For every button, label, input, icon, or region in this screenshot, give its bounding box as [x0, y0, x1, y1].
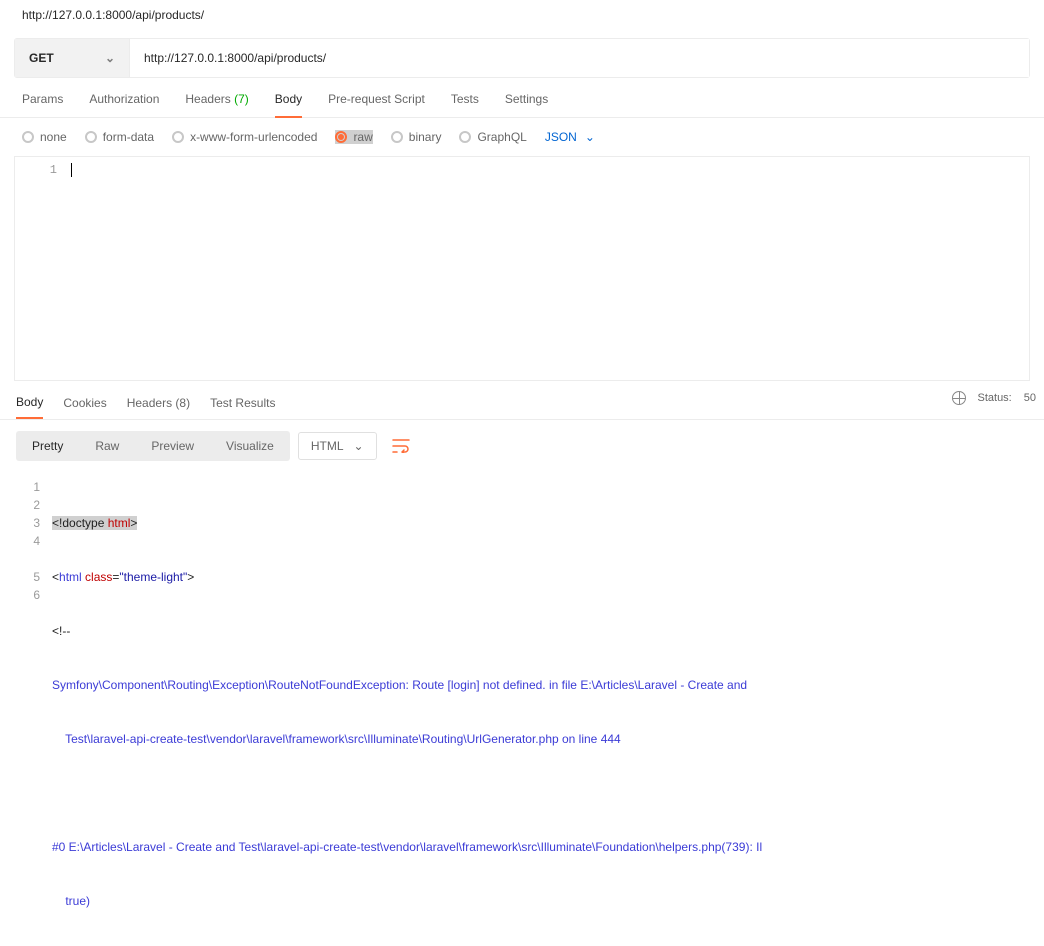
resp-tab-cookies[interactable]: Cookies	[63, 396, 106, 418]
headers-count: (7)	[234, 92, 249, 106]
status-label: Status:	[978, 392, 1012, 404]
request-row: GET ⌄	[14, 38, 1030, 78]
chevron-down-icon: ⌄	[585, 130, 595, 144]
radio-icon	[22, 131, 34, 143]
radio-icon	[459, 131, 471, 143]
chevron-down-icon: ⌄	[105, 51, 115, 65]
response-format-dropdown[interactable]: HTML ⌄	[298, 432, 377, 460]
editor-code[interactable]	[67, 157, 1029, 380]
tab-tests[interactable]: Tests	[451, 92, 479, 117]
radio-icon	[85, 131, 97, 143]
view-raw[interactable]: Raw	[79, 431, 135, 461]
body-options: none form-data x-www-form-urlencoded raw…	[0, 118, 1044, 156]
response-body-editor[interactable]: 1 2 3 4 5 6 <!doctype html> <html class=…	[0, 472, 1044, 946]
response-tabs: Body Cookies Headers (8) Test Results St…	[0, 381, 1044, 419]
view-preview[interactable]: Preview	[135, 431, 210, 461]
radio-icon	[335, 131, 347, 143]
response-view-row: Pretty Raw Preview Visualize HTML ⌄	[0, 419, 1044, 472]
method-selector[interactable]: GET ⌄	[15, 39, 130, 77]
request-tabs: Params Authorization Headers (7) Body Pr…	[0, 78, 1044, 118]
wrap-icon	[392, 439, 410, 453]
raw-language-label: JSON	[545, 130, 577, 144]
chevron-down-icon: ⌄	[354, 439, 364, 453]
radio-icon	[391, 131, 403, 143]
resp-tab-headers[interactable]: Headers (8)	[127, 396, 190, 418]
radio-graphql[interactable]: GraphQL	[459, 130, 526, 144]
format-label: HTML	[311, 439, 344, 453]
raw-language-dropdown[interactable]: JSON ⌄	[545, 130, 595, 144]
url-input[interactable]	[130, 39, 1029, 77]
resp-tab-body[interactable]: Body	[16, 395, 43, 419]
response-code: <!doctype html> <html class="theme-light…	[52, 478, 1044, 946]
tab-headers[interactable]: Headers (7)	[185, 92, 248, 117]
tab-params[interactable]: Params	[22, 92, 63, 117]
radio-raw[interactable]: raw	[335, 130, 372, 144]
tab-headers-label: Headers	[185, 92, 230, 106]
resp-headers-label: Headers	[127, 396, 172, 410]
resp-headers-count: (8)	[175, 396, 190, 410]
resp-tab-tests[interactable]: Test Results	[210, 396, 275, 418]
request-tab-title: http://127.0.0.1:8000/api/products/	[0, 0, 1044, 30]
view-segmented: Pretty Raw Preview Visualize	[16, 431, 290, 461]
globe-icon[interactable]	[952, 391, 966, 405]
view-pretty[interactable]: Pretty	[16, 431, 79, 461]
editor-gutter: 1	[15, 157, 67, 380]
caret-icon	[71, 163, 72, 177]
tab-authorization[interactable]: Authorization	[89, 92, 159, 117]
radio-xwww[interactable]: x-www-form-urlencoded	[172, 130, 317, 144]
radio-binary[interactable]: binary	[391, 130, 442, 144]
request-body-editor[interactable]: 1	[14, 156, 1030, 381]
wrap-lines-button[interactable]	[385, 430, 417, 462]
tab-prerequest[interactable]: Pre-request Script	[328, 92, 425, 117]
radio-icon	[172, 131, 184, 143]
tab-body[interactable]: Body	[275, 92, 302, 118]
tab-settings[interactable]: Settings	[505, 92, 548, 117]
status-code: 50	[1024, 392, 1036, 404]
radio-none[interactable]: none	[22, 130, 67, 144]
response-gutter: 1 2 3 4 5 6	[0, 478, 52, 946]
method-label: GET	[29, 51, 54, 65]
radio-formdata[interactable]: form-data	[85, 130, 154, 144]
response-meta: Status: 50	[952, 391, 1037, 405]
view-visualize[interactable]: Visualize	[210, 431, 290, 461]
